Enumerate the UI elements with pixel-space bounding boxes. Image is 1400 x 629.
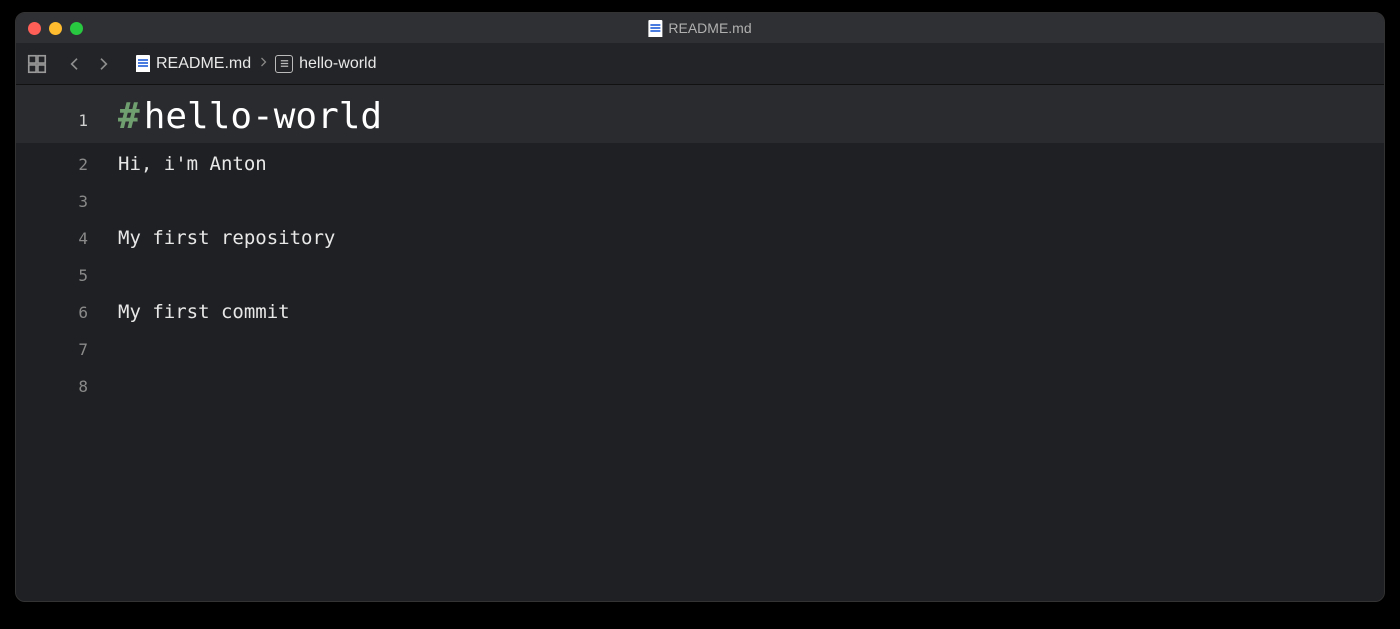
code-text <box>106 334 1384 365</box>
code-line[interactable]: 2 Hi, i'm Anton <box>16 143 1384 180</box>
heading-symbol-icon <box>275 55 293 73</box>
code-text: My first repository <box>106 223 1384 254</box>
code-text <box>106 260 1384 291</box>
code-line[interactable]: 1 #hello-world <box>16 85 1384 143</box>
file-icon <box>648 20 662 37</box>
nav-back-button[interactable] <box>64 53 86 75</box>
markdown-hash: # <box>118 96 140 137</box>
code-line[interactable]: 3 <box>16 180 1384 217</box>
code-text: My first commit <box>106 297 1384 328</box>
minimize-window-button[interactable] <box>49 22 62 35</box>
code-line[interactable]: 7 <box>16 328 1384 365</box>
code-line[interactable]: 5 <box>16 254 1384 291</box>
code-text: Hi, i'm Anton <box>106 149 1384 180</box>
nav-forward-button[interactable] <box>92 53 114 75</box>
breadcrumb: README.md hello-world <box>136 55 377 73</box>
nav-arrows <box>64 53 114 75</box>
close-window-button[interactable] <box>28 22 41 35</box>
heading-text: hello-world <box>144 96 382 137</box>
code-line[interactable]: 8 <box>16 365 1384 402</box>
titlebar-title: README.md <box>648 20 751 37</box>
titlebar[interactable]: README.md <box>16 13 1384 43</box>
code-text <box>106 186 1384 217</box>
heading-line[interactable]: #hello-world <box>106 91 1384 143</box>
window-title-text: README.md <box>668 20 751 36</box>
line-number: 8 <box>16 371 106 402</box>
line-number: 4 <box>16 223 106 254</box>
code-line[interactable]: 4 My first repository <box>16 217 1384 254</box>
chevron-right-icon <box>257 55 269 73</box>
file-icon <box>136 55 150 72</box>
line-number: 6 <box>16 297 106 328</box>
sidebar-toggle-icon[interactable] <box>26 53 48 75</box>
line-number: 7 <box>16 334 106 365</box>
editor-window: README.md README.md <box>15 12 1385 602</box>
breadcrumb-file[interactable]: README.md <box>156 55 251 73</box>
line-number: 1 <box>16 91 106 143</box>
breadcrumb-symbol[interactable]: hello-world <box>299 55 376 73</box>
editor-area[interactable]: 1 #hello-world 2 Hi, i'm Anton 3 4 My fi… <box>16 85 1384 601</box>
toolbar: README.md hello-world <box>16 43 1384 85</box>
code-line[interactable]: 6 My first commit <box>16 291 1384 328</box>
line-number: 5 <box>16 260 106 291</box>
fullscreen-window-button[interactable] <box>70 22 83 35</box>
line-number: 2 <box>16 149 106 180</box>
window-controls <box>28 22 83 35</box>
code-text <box>106 371 1384 402</box>
line-number: 3 <box>16 186 106 217</box>
